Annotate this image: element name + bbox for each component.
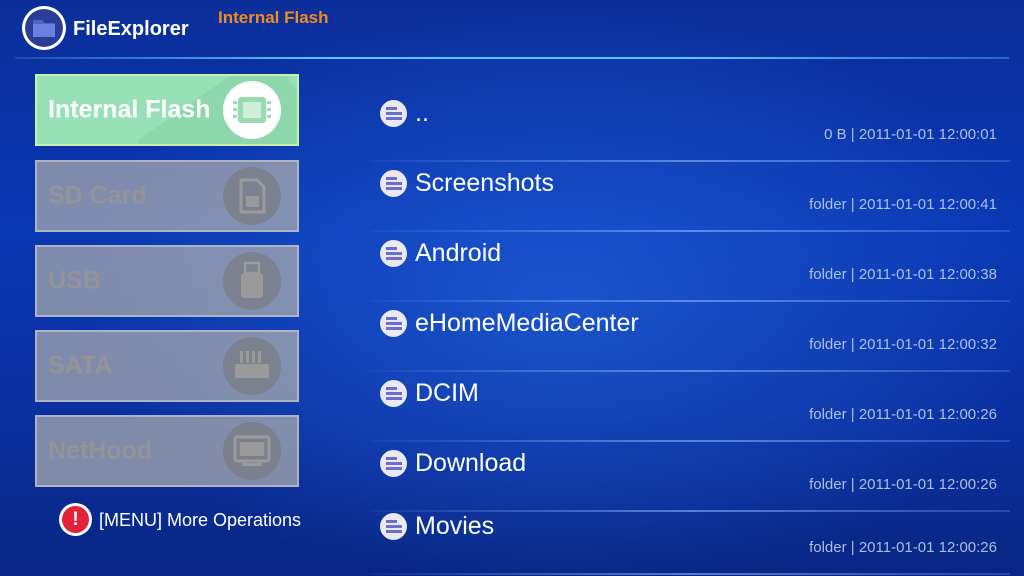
storage-nethood-button[interactable]: NetHood [35, 415, 299, 487]
file-meta: 0 B | 2011-01-01 12:00:01 [824, 126, 997, 143]
storage-sata-button[interactable]: SATA [35, 330, 299, 402]
file-row[interactable]: Download folder | 2011-01-01 12:00:26 [370, 442, 1010, 512]
sd-card-icon [223, 167, 281, 225]
file-meta: folder | 2011-01-01 12:00:26 [809, 406, 997, 423]
file-name: eHomeMediaCenter [415, 309, 639, 337]
sata-icon [223, 337, 281, 395]
file-name: DCIM [415, 379, 479, 407]
monitor-icon [223, 422, 281, 480]
file-list-icon [380, 100, 407, 127]
row-divider [370, 573, 1010, 575]
file-meta: folder | 2011-01-01 12:00:41 [809, 196, 997, 213]
file-list-icon [380, 513, 407, 540]
usb-icon [223, 252, 281, 310]
file-meta: folder | 2011-01-01 12:00:32 [809, 336, 997, 353]
memory-chip-icon [223, 81, 281, 139]
file-list-icon [380, 170, 407, 197]
file-list-icon [380, 380, 407, 407]
file-row[interactable]: Movies folder | 2011-01-01 12:00:26 [370, 505, 1010, 575]
file-meta: folder | 2011-01-01 12:00:26 [809, 539, 997, 556]
file-list-icon [380, 450, 407, 477]
storage-usb-button[interactable]: USB [35, 245, 299, 317]
storage-label: USB [48, 266, 101, 295]
file-row[interactable]: Screenshots folder | 2011-01-01 12:00:41 [370, 162, 1010, 232]
file-list-icon [380, 310, 407, 337]
file-name: Android [415, 239, 502, 267]
file-row[interactable]: DCIM folder | 2011-01-01 12:00:26 [370, 372, 1010, 442]
file-name: Download [415, 449, 527, 477]
file-name: Movies [415, 512, 495, 540]
file-list-icon [380, 240, 407, 267]
storage-label: SD Card [48, 181, 147, 210]
current-location-title: Internal Flash [218, 8, 329, 27]
storage-label: NetHood [48, 436, 153, 465]
file-name: Screenshots [415, 169, 554, 197]
storage-label: Internal Flash [48, 95, 211, 124]
storage-sd-card-button[interactable]: SD Card [35, 160, 299, 232]
app-logo [22, 6, 66, 50]
menu-hint-text: [MENU] More Operations [99, 510, 302, 530]
app-title: FileExplorer [73, 18, 189, 40]
alert-icon: ! [59, 503, 92, 536]
file-meta: folder | 2011-01-01 12:00:38 [809, 266, 997, 283]
file-name: .. [415, 99, 429, 127]
storage-internal-flash-button[interactable]: Internal Flash [35, 74, 299, 146]
file-meta: folder | 2011-01-01 12:00:26 [809, 476, 997, 493]
header-divider [15, 57, 1009, 59]
folder-icon [25, 9, 63, 47]
file-row[interactable]: Android folder | 2011-01-01 12:00:38 [370, 232, 1010, 302]
file-row[interactable]: eHomeMediaCenter folder | 2011-01-01 12:… [370, 302, 1010, 372]
file-row[interactable]: .. 0 B | 2011-01-01 12:00:01 [370, 92, 1010, 162]
alert-icon-mark: ! [62, 506, 89, 533]
storage-label: SATA [48, 351, 113, 380]
